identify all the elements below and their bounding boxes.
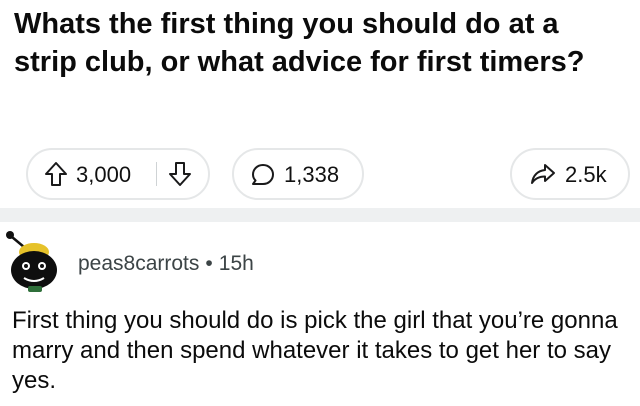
comment-timestamp: 15h	[218, 252, 254, 275]
post: Whats the first thing you should do at a…	[0, 0, 640, 205]
comment-body: First thing you should do is pick the gi…	[12, 307, 618, 394]
share-button[interactable]: 2.5k	[510, 148, 630, 200]
avatar[interactable]	[4, 228, 66, 294]
meta-separator: •	[205, 252, 213, 275]
comment-meta: peas8carrots • 15h	[78, 252, 254, 276]
section-separator	[0, 208, 640, 222]
comment-author[interactable]: peas8carrots	[78, 252, 199, 275]
vote-count: 3,000	[76, 162, 132, 187]
post-title: Whats the first thing you should do at a…	[14, 8, 585, 78]
downvote-arrow-icon[interactable]	[168, 161, 192, 187]
comment-bubble-icon	[250, 162, 276, 188]
vote-bar: 3,000	[26, 148, 210, 200]
share-arrow-icon	[530, 162, 556, 186]
upvote-arrow-icon[interactable]	[44, 161, 68, 187]
share-count: 2.5k	[565, 162, 607, 187]
comments-button[interactable]: 1,338	[232, 148, 364, 200]
comment-count: 1,338	[284, 162, 340, 187]
vote-divider	[156, 162, 157, 186]
comment: peas8carrots • 15h First thing you should …	[0, 222, 640, 406]
